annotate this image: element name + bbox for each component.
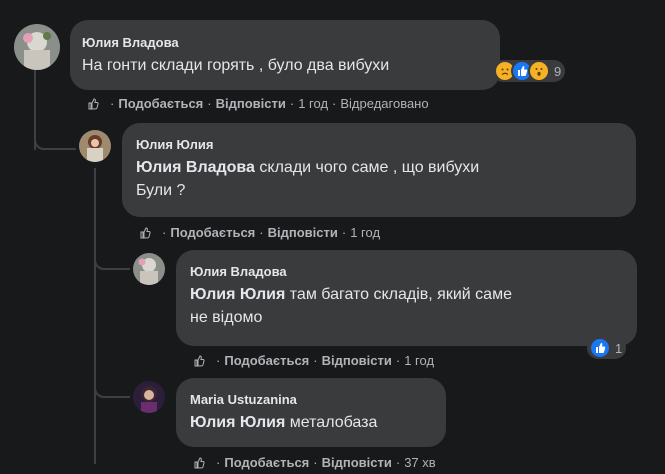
cut-off-previous-line: · · · [90,0,110,6]
reply-button[interactable]: Відповісти [216,96,286,112]
comment-timestamp[interactable]: 37 хв [404,455,435,471]
mention-link[interactable]: Юлия Юлия [190,286,285,303]
comment-text: Юлия Юлия там багато складів, який саме … [190,286,512,326]
wow-reaction-icon [528,60,550,82]
comment-bubble: Юлия Владова Юлия Юлия там багато складі… [176,250,637,346]
comment-bubble: Юлия Владова На гонти склади горять , бу… [70,20,500,90]
reaction-count: 1 [615,340,623,356]
comment-text: На гонти склади горять , було два вибухи [82,57,390,74]
comment-author[interactable]: Maria Ustuzanina [190,391,432,408]
comment-text: Юлия Юлия металобаза [190,414,378,431]
reaction-count: 9 [554,63,562,79]
reply-button[interactable]: Відповісти [268,225,338,241]
like-button[interactable]: Подобається [224,455,309,471]
comment-bubble: Maria Ustuzanina Юлия Юлия металобаза [176,378,446,447]
comment-timestamp[interactable]: 1 год [404,353,434,369]
thread-line-level2 [94,168,96,464]
thread-elbow-2 [94,248,130,270]
reaction-picker-icon[interactable] [86,97,100,111]
comment-actions: · Подобається · Відповісти · 1 год [192,353,434,369]
reply-button[interactable]: Відповісти [322,353,392,369]
mention-link[interactable]: Юлия Владова [136,159,255,176]
comment-author[interactable]: Юлия Юлия [136,136,622,153]
reaction-picker-icon[interactable] [192,354,206,368]
mention-link[interactable]: Юлия Юлия [190,414,285,431]
like-button[interactable]: Подобається [170,225,255,241]
comment-actions: · Подобається · Відповісти · 37 хв [192,455,436,471]
avatar[interactable] [133,253,165,285]
comment-bubble: Юлия Юлия Юлия Владова склади чого саме … [122,123,636,217]
reply-button[interactable]: Відповісти [322,455,392,471]
comment-timestamp[interactable]: 1 год [298,96,328,112]
reactions-summary[interactable]: 9 [492,60,566,82]
reactions-summary[interactable]: 1 [587,337,627,359]
like-button[interactable]: Подобається [224,353,309,369]
comment-author[interactable]: Юлия Владова [190,263,623,280]
avatar[interactable] [133,381,165,413]
comment-actions: · Подобається · Відповісти · 1 год [138,225,380,241]
comment-actions: · Подобається · Відповісти · 1 год · Від… [86,96,429,112]
comment-text: Юлия Владова склади чого саме , що вибух… [136,159,480,199]
thread-elbow-1 [34,128,76,150]
reaction-picker-icon[interactable] [192,456,206,470]
edited-label[interactable]: Відредаговано [340,96,428,112]
like-reaction-icon [589,337,611,359]
thread-elbow-3 [94,376,130,398]
avatar[interactable] [79,130,111,162]
like-button[interactable]: Подобається [118,96,203,112]
comment-timestamp[interactable]: 1 год [350,225,380,241]
comment-author[interactable]: Юлия Владова [82,34,488,51]
reaction-picker-icon[interactable] [138,226,152,240]
avatar[interactable] [14,24,60,70]
